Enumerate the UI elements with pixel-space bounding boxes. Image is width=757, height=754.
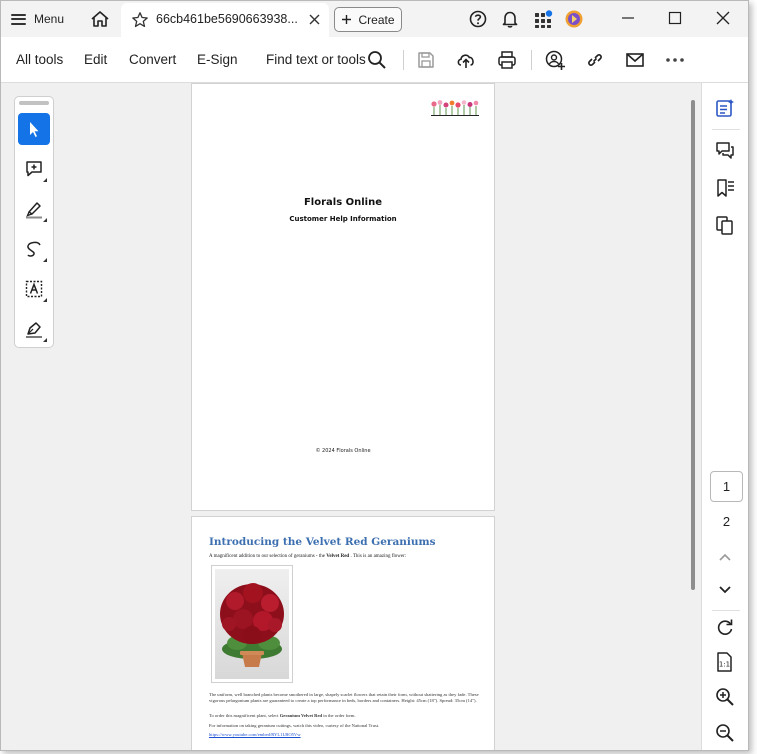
geranium-plant-image xyxy=(220,583,284,667)
draw-tool[interactable] xyxy=(18,233,50,265)
video-info-text: For information on taking geranium cutti… xyxy=(209,723,380,728)
all-tools-panel-icon[interactable] xyxy=(714,97,736,119)
main-toolbar: All tools Edit Convert E-Sign Find text … xyxy=(1,37,748,83)
find-text-or-tools[interactable]: Find text or tools xyxy=(266,52,366,67)
edit-menu[interactable]: Edit xyxy=(84,52,107,67)
zoom-out-icon[interactable] xyxy=(714,722,736,744)
hamburger-icon xyxy=(11,13,26,25)
more-options-icon[interactable] xyxy=(664,49,686,71)
next-page-number[interactable]: 2 xyxy=(710,511,743,531)
pen-sign-icon xyxy=(26,322,42,338)
menu-button[interactable]: Menu xyxy=(11,7,64,31)
panel-divider xyxy=(712,129,740,130)
video-link[interactable]: https://www.youtube.com/embed/RYL1LBO5Vw xyxy=(209,732,481,738)
close-window-icon[interactable] xyxy=(716,11,730,25)
home-icon[interactable] xyxy=(89,9,111,29)
document-title: Florals Online xyxy=(303,197,383,208)
toolbar-divider xyxy=(403,50,404,70)
copyright-text: © 2024 Florals Online xyxy=(315,448,371,454)
convert-menu[interactable]: Convert xyxy=(129,52,176,67)
panel-divider xyxy=(712,610,740,611)
svg-text:1:1: 1:1 xyxy=(719,661,730,669)
sign-tool[interactable] xyxy=(18,313,50,345)
document-subtitle: Customer Help Information xyxy=(289,215,397,223)
quick-tools-panel xyxy=(14,96,54,348)
chevron-up-icon[interactable] xyxy=(714,546,736,568)
select-tool[interactable] xyxy=(18,113,50,145)
app-window: Menu 66cb461be5690663938... Create All t… xyxy=(0,0,749,751)
menu-label: Menu xyxy=(34,12,65,26)
geranium-photo xyxy=(211,565,293,683)
chevron-down-icon[interactable] xyxy=(714,579,736,601)
document-viewer: Florals Online Customer Help Information… xyxy=(1,83,748,750)
title-bar: Menu 66cb461be5690663938... Create xyxy=(1,1,748,37)
upload-cloud-icon[interactable] xyxy=(455,49,477,71)
create-button[interactable]: Create xyxy=(334,7,402,32)
pdf-page-2: Introducing the Velvet Red Geraniums A m… xyxy=(191,516,495,750)
section-heading: Introducing the Velvet Red Geraniums xyxy=(209,536,436,548)
rotate-icon[interactable] xyxy=(714,616,736,638)
search-icon[interactable] xyxy=(366,49,388,71)
text-recognition-tool[interactable] xyxy=(18,273,50,305)
email-icon[interactable] xyxy=(624,49,646,71)
plus-icon xyxy=(342,15,352,24)
notifications-bell-icon[interactable] xyxy=(500,9,520,29)
vertical-scrollbar[interactable] xyxy=(691,100,695,590)
highlight-tool[interactable] xyxy=(18,193,50,225)
florals-logo xyxy=(431,100,479,116)
minimize-icon[interactable] xyxy=(621,11,635,25)
apps-grid-icon[interactable] xyxy=(533,9,553,29)
pdf-page-1: Florals Online Customer Help Information… xyxy=(191,83,495,511)
print-icon[interactable] xyxy=(496,49,518,71)
maximize-icon[interactable] xyxy=(668,11,682,25)
intro-text: A magnificent addition to our selection … xyxy=(209,554,407,559)
drag-handle[interactable] xyxy=(19,101,49,105)
add-comment-icon xyxy=(26,161,42,177)
save-icon[interactable] xyxy=(415,49,437,71)
add-comment-tool[interactable] xyxy=(18,153,50,185)
text-box-icon xyxy=(25,280,43,298)
zoom-in-icon[interactable] xyxy=(714,686,736,708)
tab-title: 66cb461be5690663938... xyxy=(156,12,298,26)
toolbar-divider xyxy=(531,50,532,70)
esign-menu[interactable]: E-Sign xyxy=(197,52,238,67)
freehand-draw-icon xyxy=(27,241,41,257)
cursor-arrow-icon xyxy=(30,122,39,137)
order-instructions: To order this magnificent plant, select … xyxy=(209,713,356,718)
right-side-panel: 1 2 1:1 xyxy=(701,83,748,750)
highlighter-icon xyxy=(26,202,42,219)
link-icon[interactable] xyxy=(584,49,606,71)
create-label: Create xyxy=(358,12,395,27)
help-icon[interactable] xyxy=(468,9,488,29)
avatar[interactable] xyxy=(564,9,584,29)
description-paragraph: The uniform, well branched plants become… xyxy=(209,692,479,703)
comments-icon[interactable] xyxy=(714,139,736,161)
bookmarks-icon[interactable] xyxy=(714,177,736,199)
star-icon[interactable] xyxy=(131,11,149,29)
page-thumbnails-icon[interactable] xyxy=(714,214,736,236)
share-user-icon[interactable] xyxy=(544,49,566,71)
all-tools-menu[interactable]: All tools xyxy=(16,52,63,67)
close-tab-icon[interactable] xyxy=(308,13,321,26)
document-tab[interactable]: 66cb461be5690663938... xyxy=(121,3,329,37)
current-page-indicator[interactable]: 1 xyxy=(710,471,743,502)
actual-size-icon[interactable]: 1:1 xyxy=(714,651,736,673)
